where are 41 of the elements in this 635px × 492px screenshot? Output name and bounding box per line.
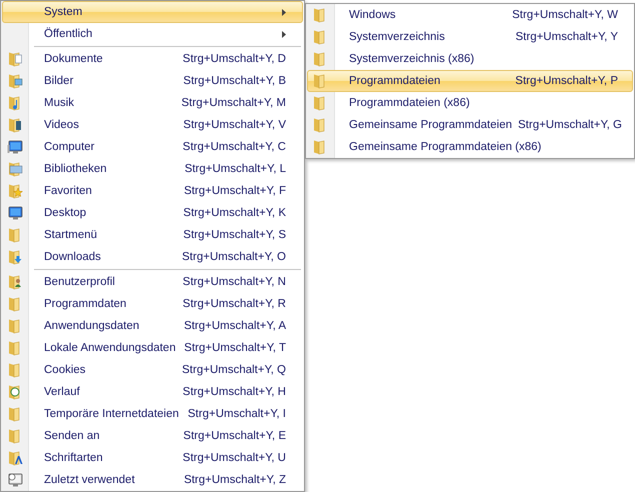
menu-item[interactable]: Programmdateien Strg+Umschalt+Y, P xyxy=(307,70,633,92)
menu-item[interactable]: Musik Strg+Umschalt+Y, M xyxy=(2,92,303,114)
submenu-arrow-icon xyxy=(282,8,286,16)
menu-item[interactable]: Schriftarten Strg+Umschalt+Y, U xyxy=(2,447,303,469)
star-folder-icon xyxy=(7,183,23,199)
menu-item[interactable]: Bilder Strg+Umschalt+Y, B xyxy=(2,70,303,92)
menu-item[interactable]: Systemverzeichnis Strg+Umschalt+Y, Y xyxy=(307,26,633,48)
menu-item[interactable]: Startmenü Strg+Umschalt+Y, S xyxy=(2,224,303,246)
desktop-icon xyxy=(7,205,23,221)
menu-item[interactable]: Senden an Strg+Umschalt+Y, E xyxy=(2,425,303,447)
menu-item[interactable]: Computer Strg+Umschalt+Y, C xyxy=(2,136,303,158)
menu-item[interactable]: Bibliotheken Strg+Umschalt+Y, L xyxy=(2,158,303,180)
menu-item[interactable]: Windows Strg+Umschalt+Y, W xyxy=(307,4,633,26)
submenu-arrow-icon xyxy=(282,30,286,38)
picture-folder-icon xyxy=(7,73,23,89)
menu-item[interactable]: Systemverzeichnis (x86) xyxy=(307,48,633,70)
menu-item[interactable]: Downloads Strg+Umschalt+Y, O xyxy=(2,246,303,268)
menu-item[interactable]: Anwendungsdaten Strg+Umschalt+Y, A xyxy=(2,315,303,337)
submenu-item[interactable]: System xyxy=(2,1,303,23)
menu-item[interactable]: Gemeinsame Programmdateien Strg+Umschalt+Y, G xyxy=(307,114,633,136)
submenu-item[interactable]: Öffentlich xyxy=(2,23,303,45)
menu-item[interactable]: Benutzerprofil Strg+Umschalt+Y, N xyxy=(2,271,303,293)
menu-item[interactable]: Zuletzt verwendet Strg+Umschalt+Y, Z xyxy=(2,469,303,491)
menu-item[interactable]: Programmdateien (x86) xyxy=(307,92,633,114)
computer-icon xyxy=(7,139,23,155)
menu-item[interactable]: Lokale Anwendungsdaten Strg+Umschalt+Y, T xyxy=(2,337,303,359)
menu-item[interactable]: Programmdaten Strg+Umschalt+Y, R xyxy=(2,293,303,315)
menu-item[interactable]: Temporäre Internetdateien Strg+Umschalt+Y, I xyxy=(2,403,303,425)
library-folder-icon xyxy=(7,161,23,177)
menu-item[interactable]: Desktop Strg+Umschalt+Y, K xyxy=(2,202,303,224)
menu-item[interactable]: Cookies Strg+Umschalt+Y, Q xyxy=(2,359,303,381)
document-folder-icon xyxy=(7,51,23,67)
menu-item[interactable]: Favoriten Strg+Umschalt+Y, F xyxy=(2,180,303,202)
download-folder-icon xyxy=(7,249,23,265)
user-folder-icon xyxy=(7,274,23,290)
menu-item[interactable]: Verlauf Strg+Umschalt+Y, H xyxy=(2,381,303,403)
film-folder-icon xyxy=(7,117,23,133)
font-folder-icon xyxy=(7,450,23,466)
menu-item[interactable]: Dokumente Strg+Umschalt+Y, D xyxy=(2,48,303,70)
menu-item[interactable]: Videos Strg+Umschalt+Y, V xyxy=(2,114,303,136)
menu-item[interactable]: Gemeinsame Programmdateien (x86) xyxy=(307,136,633,158)
